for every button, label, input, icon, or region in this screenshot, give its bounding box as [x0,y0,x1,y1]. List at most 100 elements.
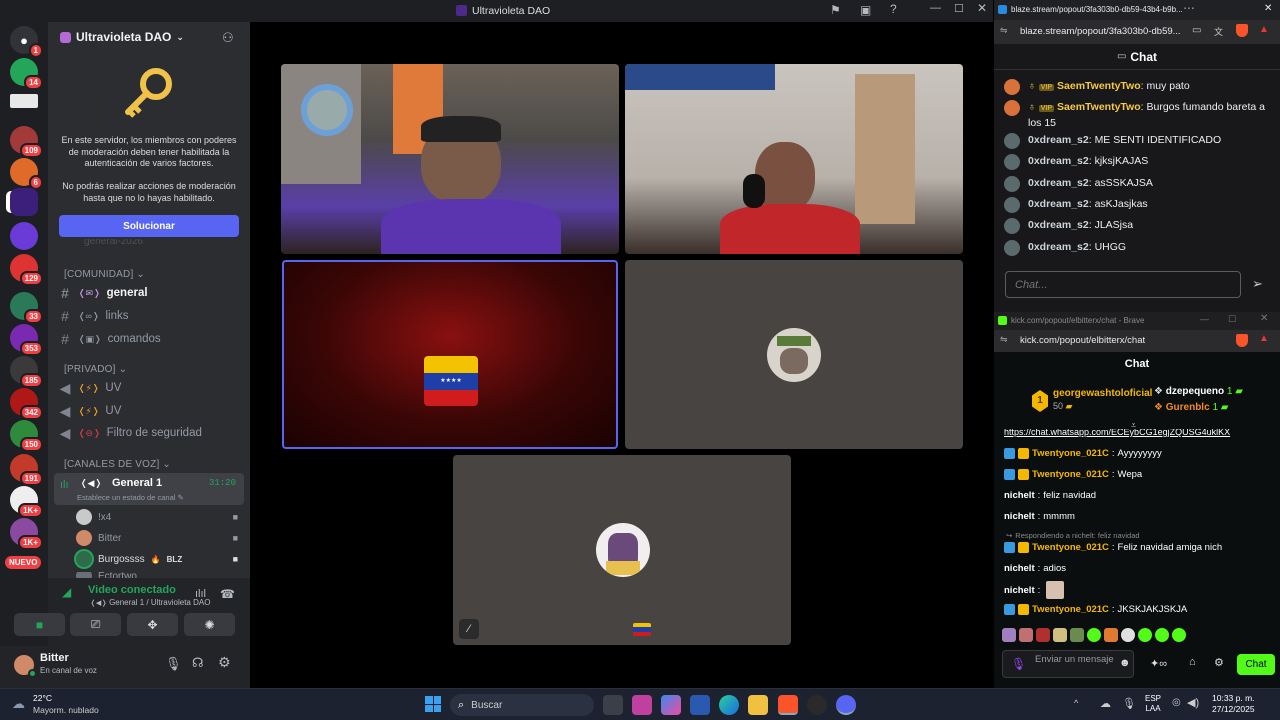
server-icon-ultravioleta[interactable] [10,188,38,216]
windows-start-icon[interactable] [425,696,441,712]
chat-username[interactable]: nichelt [1004,563,1035,574]
voice-channel-general-1[interactable]: ılı ❬◀❭ General 1 31:20 Establece un est… [54,473,244,505]
network-icon[interactable]: ◎ [1172,697,1181,708]
category-voice[interactable]: [CANALES DE VOZ] ⌄ [64,459,171,470]
emote-icon[interactable] [1138,628,1152,642]
video-tile[interactable] [625,64,963,254]
chat-username[interactable]: Twentyone_021C [1032,469,1109,480]
discord-home-icon[interactable]: ● 1 [10,26,43,58]
chat-username[interactable]: 0xdream_s2 [1028,219,1089,231]
snipping-tool-icon[interactable] [632,695,652,715]
maximize-icon[interactable]: ☐ [1228,314,1236,325]
server-icon[interactable]: 342 [10,388,43,420]
emote-icon[interactable] [1104,628,1118,642]
server-icon[interactable]: 109 [10,126,43,158]
avatar[interactable] [12,653,37,678]
url-text[interactable]: kick.com/popout/elbitterx/chat [1020,335,1145,346]
gifter-row[interactable]: ❖ Gurenblc 1 ▰ [1154,402,1228,413]
brave-shield-icon[interactable] [1236,24,1248,37]
reply-context[interactable]: ↪ Respondiendo a nichelt: feliz navidad [1006,531,1276,540]
channel-comandos[interactable]: # ❬▣❭ comandos [58,328,240,350]
gifter-row[interactable]: ❖ dzepequeno 1 ▰ [1154,386,1243,397]
server-icon[interactable]: 33 [10,292,43,324]
minimize-icon[interactable]: — [930,2,941,14]
copilot-icon[interactable] [661,695,681,715]
emote-icon[interactable] [1002,628,1016,642]
server-icon[interactable]: 1K+ [10,486,43,518]
chat-username[interactable]: 0xdream_s2 [1028,155,1089,167]
video-tile[interactable] [281,64,619,254]
server-icon[interactable]: 1K+ [10,518,43,550]
maximize-icon[interactable]: ☐ [954,2,964,15]
chat-username[interactable]: 0xdream_s2 [1028,177,1089,189]
pinned-link[interactable]: https://chat.whatsapp.com/ECEybCG1egjZQU… [1004,429,1272,439]
close-icon[interactable]: ✕ [977,1,987,15]
chat-username[interactable]: 0xdream_s2 [1028,198,1089,210]
close-icon[interactable]: ✕ [1264,3,1272,14]
category-community[interactable]: [COMUNIDAD] ⌄ [64,269,145,280]
microphone-icon[interactable]: 🎙 [1011,657,1026,671]
emote-icon[interactable] [1155,628,1169,642]
site-settings-icon[interactable]: ⇋ [1000,25,1008,36]
cast-icon[interactable]: ▭ [1192,25,1201,36]
voice-user[interactable]: Burgossss 🔥 BLZ ■ [76,551,238,567]
emote-icon[interactable] [1019,628,1033,642]
channel-uv-1[interactable]: ◀ ❬⚡❭ UV [58,377,240,399]
obs-icon[interactable] [807,695,827,715]
video-tile-avatar[interactable]: ⁄ [453,455,791,645]
chat-input[interactable] [1005,271,1241,298]
server-icon[interactable]: 14 [10,58,43,90]
chat-username[interactable]: 0xdream_s2 [1028,134,1089,146]
category-private[interactable]: [PRIVADO] ⌄ [64,364,127,375]
emote-icon[interactable] [1036,628,1050,642]
camera-button[interactable]: ■ [14,613,65,636]
channel-filtro[interactable]: ◀ ❬⊖❭ Filtro de seguridad [58,422,240,444]
translate-icon[interactable]: 文 [1214,25,1223,38]
volume-icon[interactable]: ◀) [1187,696,1199,709]
gifter-name[interactable]: georgewashtoloficial [1053,388,1152,399]
activities-button[interactable]: ✥ [127,613,178,636]
channel-general[interactable]: # ❬✉❭ general [58,282,240,304]
emote-icon[interactable] [1121,628,1135,642]
channel-links[interactable]: # ❬∞❭ links [58,305,240,327]
minimize-icon[interactable]: — [1200,314,1209,324]
server-icon[interactable] [10,222,38,250]
chat-username[interactable]: nichelt [1004,511,1035,522]
file-explorer-icon[interactable] [748,695,768,715]
solucionar-button[interactable]: Solucionar [59,215,239,237]
server-icon[interactable]: 6 [10,158,43,190]
chat-username[interactable]: SaemTwentyTwo [1057,80,1141,92]
headphones-icon[interactable]: ☊ [192,655,204,671]
voice-user[interactable]: Bitter ■ [76,530,238,546]
pin-icon[interactable]: ⚑ [830,3,841,17]
chat-username[interactable]: Twentyone_021C [1032,542,1109,553]
add-member-icon[interactable]: ⚇ [222,30,234,46]
video-tile-avatar[interactable] [625,260,963,449]
send-icon[interactable]: ➢ [1252,276,1263,292]
emote-icon[interactable] [1087,628,1101,642]
noise-suppression-icon[interactable]: ılıl [195,588,206,600]
language-indicator[interactable]: ESP LAA [1145,694,1161,714]
brave-rewards-icon[interactable]: ▲ [1259,333,1269,344]
settings-gear-icon[interactable]: ⚙ [1214,656,1224,669]
store-icon[interactable]: ⌂ [1189,656,1196,668]
kick-chat-input[interactable]: 🎙 Enviar un mensaje ☻ [1002,650,1134,678]
url-text[interactable]: blaze.stream/popout/3fa303b0-db59... [1020,26,1181,37]
channel-status-hint[interactable]: Establece un estado de canal ✎ [77,493,184,502]
site-settings-icon[interactable]: ⇋ [1000,334,1008,345]
chat-send-button[interactable]: Chat [1237,654,1275,675]
close-icon[interactable]: ✕ [1260,313,1268,324]
chat-username[interactable]: SaemTwentyTwo [1057,101,1141,113]
emote-icon[interactable] [1053,628,1067,642]
clock[interactable]: 10:33 p. m. 27/12/2025 [1212,693,1255,715]
server-header[interactable]: Ultravioleta DAO ⌄ [60,30,184,44]
brave-shield-icon[interactable] [1236,334,1248,347]
emoji-icon[interactable]: ☻ [1119,657,1131,669]
connection-location[interactable]: ❬◀❭ General 1 / Ultravioleta DAO [90,598,210,607]
chat-username[interactable]: Twentyone_021C [1032,604,1109,615]
video-tile-active[interactable]: ★★★★ [282,260,618,449]
chat-username[interactable]: nichelt [1004,490,1035,501]
discord-icon[interactable] [836,695,856,715]
soundboard-button[interactable]: ✺ [184,613,235,636]
microphone-icon[interactable]: 🎙 [165,656,182,672]
